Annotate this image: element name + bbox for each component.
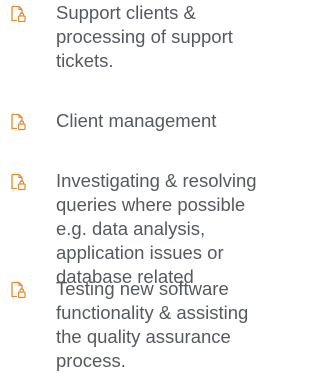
list-item: Client management — [0, 109, 272, 133]
list-item: Testing new software functionality & ass… — [0, 277, 272, 373]
list-item-text: Support clients & processing of support … — [56, 2, 233, 71]
list-item: Investigating & resolving queries where … — [0, 169, 272, 289]
list-item: Support clients & processing of support … — [0, 1, 272, 73]
document-lock-icon — [0, 277, 56, 301]
list-item-text: Investigating & resolving queries where … — [56, 170, 257, 287]
document-lock-icon — [0, 1, 56, 25]
document-lock-icon — [0, 109, 56, 133]
document-lock-icon — [0, 169, 56, 193]
list-item-text: Client management — [56, 110, 217, 131]
list-item-text: Testing new software functionality & ass… — [56, 278, 249, 371]
